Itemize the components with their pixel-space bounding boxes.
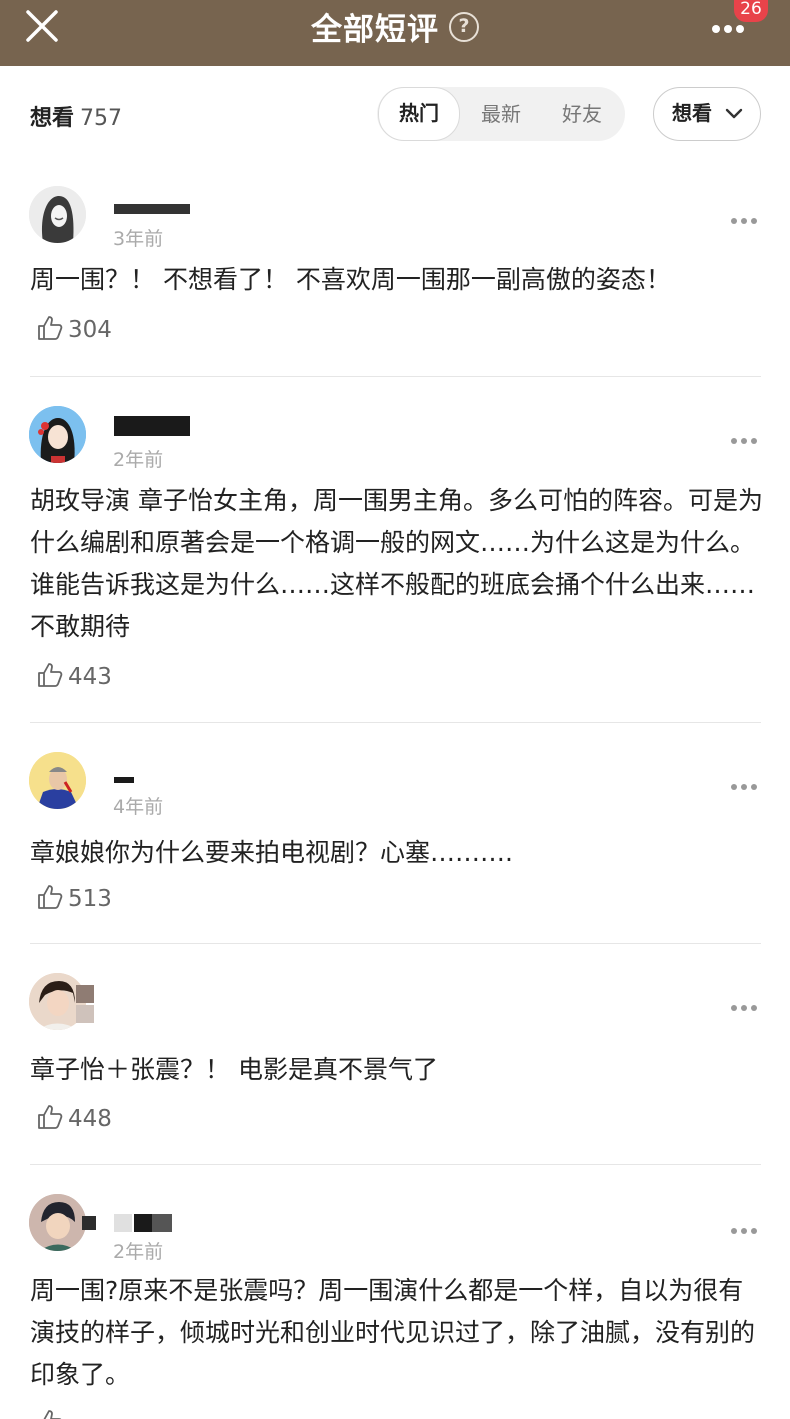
- notification-badge: 26: [734, 0, 768, 22]
- top-bar: 全部短评? 26: [0, 0, 790, 66]
- username-redacted: [76, 1005, 94, 1023]
- like-button[interactable]: [36, 1408, 68, 1419]
- want-label: 想看: [30, 106, 75, 131]
- username-redacted[interactable]: [114, 204, 190, 214]
- divider: [30, 722, 761, 723]
- dropdown-label: 想看: [672, 101, 712, 125]
- status-dropdown[interactable]: 想看: [653, 87, 761, 141]
- avatar[interactable]: [29, 186, 86, 243]
- review-time: 4年前: [113, 796, 164, 818]
- want-number: 757: [80, 106, 123, 131]
- thumbs-up-icon: [38, 1105, 63, 1129]
- title-wrap: 全部短评?: [0, 4, 790, 48]
- review-text: 胡玫导演 章子怡女主角，周一围男主角。多么可怕的阵容。可是为什么编剧和原著会是一…: [30, 486, 763, 641]
- tab-friends[interactable]: 好友: [542, 87, 622, 141]
- divider: [30, 376, 761, 377]
- like-button[interactable]: 443: [36, 661, 112, 693]
- username-redacted: [114, 1214, 132, 1232]
- like-button[interactable]: 513: [36, 883, 112, 915]
- like-count: 448: [68, 1106, 112, 1132]
- review-text: 章子怡＋张震？！ 电影是真不景气了: [30, 1055, 438, 1084]
- like-count: 513: [68, 886, 112, 912]
- divider: [30, 1164, 761, 1165]
- thumbs-up-icon: [38, 663, 63, 687]
- filter-bar: 想看 757 热门 最新 好友 想看: [0, 66, 790, 166]
- avatar[interactable]: [29, 1194, 86, 1251]
- like-button[interactable]: 448: [36, 1103, 112, 1135]
- tab-latest[interactable]: 最新: [461, 87, 541, 141]
- review-text: 章娘娘你为什么要来拍电视剧？心塞……….: [30, 838, 513, 867]
- tab-hot[interactable]: 热门: [378, 87, 460, 141]
- review-time: 3年前: [113, 228, 164, 250]
- want-count: 想看 757: [30, 100, 122, 132]
- chevron-down-icon: [725, 108, 743, 119]
- sort-tabs: 热门 最新 好友: [377, 87, 625, 141]
- review-text: 周一围？！ 不想看了！ 不喜欢周一围那一副高傲的姿态！: [30, 265, 671, 294]
- username-redacted[interactable]: [152, 416, 190, 436]
- review-time: 2年前: [113, 1241, 164, 1263]
- more-horizontal-icon[interactable]: [731, 775, 763, 790]
- username-redacted[interactable]: [134, 1214, 152, 1232]
- avatar[interactable]: [29, 406, 86, 463]
- more-horizontal-icon[interactable]: [731, 1219, 763, 1234]
- divider: [30, 943, 761, 944]
- page-title: 全部短评: [311, 12, 439, 48]
- thumbs-up-icon: [38, 316, 63, 340]
- avatar[interactable]: [29, 752, 86, 809]
- review-text: 周一围?原来不是张震吗？周一围演什么都是一个样，自以为很有演技的样子，倾城时光和…: [30, 1276, 756, 1389]
- like-button[interactable]: 304: [36, 314, 112, 346]
- review-time: 2年前: [113, 449, 164, 471]
- username-redacted[interactable]: [114, 777, 134, 783]
- thumbs-up-icon: [43, 1410, 62, 1419]
- more-horizontal-icon[interactable]: [731, 209, 763, 224]
- username-redacted: [76, 985, 94, 1003]
- more-horizontal-icon[interactable]: [731, 996, 763, 1011]
- like-count: 304: [68, 317, 112, 343]
- username-redacted: [82, 1216, 96, 1230]
- like-count: 443: [68, 664, 112, 690]
- thumbs-up-icon: [38, 885, 63, 909]
- username-redacted: [152, 1214, 172, 1232]
- more-horizontal-icon[interactable]: [731, 429, 763, 444]
- question-circle-icon[interactable]: ?: [449, 11, 479, 42]
